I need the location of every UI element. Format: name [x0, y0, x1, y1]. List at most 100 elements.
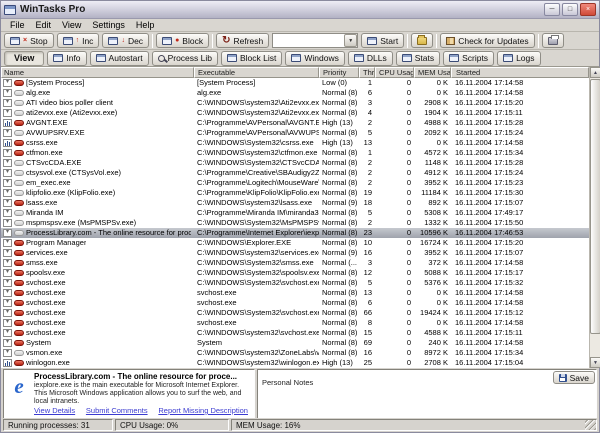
table-row[interactable]: ▾svchost.exesvchost.exeNormal (8)1300 K1…: [1, 288, 589, 298]
table-row[interactable]: ▾klipfolio.exe (KlipFolio.exe)C:\Program…: [1, 188, 589, 198]
submit-comments-link[interactable]: Submit Comments: [86, 406, 148, 415]
table-row[interactable]: ▾AVWUPSRV.EXEC:\Programme\AVPersonal\AVW…: [1, 128, 589, 138]
column-header-mem[interactable]: MEM Usage: [414, 67, 451, 78]
process-mem-usage: 16724 K: [414, 238, 451, 248]
table-row[interactable]: ▾spoolsv.exeC:\WINDOWS\System32\spoolsv.…: [1, 268, 589, 278]
save-button[interactable]: Save: [553, 371, 595, 384]
tab-scripts[interactable]: Scripts: [443, 51, 494, 66]
tab-windows[interactable]: Windows: [285, 51, 344, 66]
close-button[interactable]: ×: [580, 3, 596, 16]
tab-logs[interactable]: Logs: [497, 51, 540, 66]
tab-info[interactable]: Info: [47, 51, 86, 66]
process-state-icon: ▾: [3, 159, 12, 167]
table-row[interactable]: ▾svchost.exesvchost.exeNormal (8)800 K16…: [1, 318, 589, 328]
check-updates-button[interactable]: Check for Updates: [440, 33, 534, 48]
tab-autostart[interactable]: Autostart: [90, 51, 149, 66]
process-priority: Normal (8): [319, 238, 359, 248]
table-row[interactable]: ▾svchost.exeC:\WINDOWS\System32\svchost.…: [1, 308, 589, 318]
process-state-icon: ▾: [3, 169, 12, 177]
column-header-executable[interactable]: Executable: [194, 67, 319, 78]
process-executable: C:\WINDOWS\System32\MsPMSPSv.exe: [194, 218, 319, 228]
table-row[interactable]: ▾lsass.exeC:\WINDOWS\system32\lsass.exeN…: [1, 198, 589, 208]
view-details-link[interactable]: View Details: [34, 406, 75, 415]
menu-item-settings[interactable]: Settings: [87, 20, 130, 30]
table-row[interactable]: ▾ctfmon.exeC:\WINDOWS\system32\ctfmon.ex…: [1, 148, 589, 158]
table-row[interactable]: ▾em_exec.exeC:\Programme\Logitech\MouseW…: [1, 178, 589, 188]
report-missing-description-link[interactable]: Report Missing Description: [158, 406, 248, 415]
process-started: 16.11.2004 17:15:07: [451, 198, 589, 208]
process-cpu-usage: 0: [375, 148, 414, 158]
table-row[interactable]: csrss.exeC:\WINDOWS\System32\csrss.exeHi…: [1, 138, 589, 148]
process-name-cell: ▾ svchost.exe: [1, 298, 194, 308]
titlebar[interactable]: WinTasks Pro ─ □ ×: [1, 1, 599, 19]
table-row[interactable]: ▾ProcessLibrary.com - The online resourc…: [1, 228, 589, 238]
mem-usage-status: MEM Usage: 16%: [231, 419, 597, 431]
dec-priority-button[interactable]: ↓ Dec: [102, 33, 149, 48]
column-header-threads[interactable]: Threads: [359, 67, 375, 78]
table-row[interactable]: ▾svchost.exesvchost.exeNormal (8)600 K16…: [1, 298, 589, 308]
table-row[interactable]: ▾smss.exeC:\WINDOWS\System32\smss.exeNor…: [1, 258, 589, 268]
scrollbar-thumb[interactable]: [590, 79, 600, 334]
maximize-button[interactable]: □: [562, 3, 578, 16]
table-row[interactable]: ▾svchost.exeC:\WINDOWS\System32\svchost.…: [1, 278, 589, 288]
table-row[interactable]: ▾CTSvcCDA.EXEC:\WINDOWS\System32\CTSvcCD…: [1, 158, 589, 168]
table-row[interactable]: ▾alg.exealg.exeNormal (8)600 K16.11.2004…: [1, 88, 589, 98]
process-filter-combobox[interactable]: ▼: [272, 33, 358, 48]
tab-process-lib[interactable]: Process Lib: [152, 51, 218, 66]
process-executable: svchost.exe: [194, 318, 319, 328]
table-row[interactable]: ▾Miranda IMC:\Programme\Miranda IM\miran…: [1, 208, 589, 218]
table-row[interactable]: ▾ati2evxx.exe (Ati2evxx.exe)C:\WINDOWS\s…: [1, 108, 589, 118]
open-button[interactable]: [411, 33, 433, 48]
table-row[interactable]: AVGNT.EXEC:\Programme\AVPersonal\AVGNT.E…: [1, 118, 589, 128]
menu-item-view[interactable]: View: [57, 20, 86, 30]
table-row[interactable]: ▾mspmspsv.exe (MsPMSPSv.exe)C:\WINDOWS\S…: [1, 218, 589, 228]
tab-stats[interactable]: Stats: [396, 51, 440, 66]
menu-item-edit[interactable]: Edit: [31, 20, 57, 30]
menu-item-file[interactable]: File: [5, 20, 30, 30]
table-row[interactable]: ▾SystemSystemNormal (8)690240 K16.11.200…: [1, 338, 589, 348]
process-name: svchost.exe: [26, 298, 66, 308]
stop-button[interactable]: × Stop: [4, 33, 54, 48]
toolbar-separator: [212, 34, 213, 48]
chevron-down-icon[interactable]: ▼: [344, 34, 357, 47]
toolbar-separator: [436, 34, 437, 48]
column-header-name[interactable]: Name: [1, 67, 194, 78]
minimize-button[interactable]: ─: [544, 3, 560, 16]
table-row[interactable]: ▾Program ManagerC:\WINDOWS\Explorer.EXEN…: [1, 238, 589, 248]
scroll-down-icon[interactable]: ▼: [590, 357, 600, 368]
process-state-icon: ▾: [3, 299, 12, 307]
vertical-scrollbar[interactable]: ▲ ▼: [589, 67, 600, 368]
current-view-tab[interactable]: View: [4, 51, 44, 66]
scrollbar-track[interactable]: [590, 78, 600, 357]
personal-notes-input[interactable]: Personal Notes Save: [257, 369, 597, 419]
process-started: 16.11.2004 17:15:23: [451, 178, 589, 188]
table-row[interactable]: ▾services.exeC:\WINDOWS\system32\service…: [1, 248, 589, 258]
table-row[interactable]: winlogon.exeC:\WINDOWS\system32\winlogon…: [1, 358, 589, 368]
process-name-cell: ▾svchost.exe: [1, 278, 194, 288]
window-icon: [367, 37, 377, 45]
resize-grip[interactable]: [585, 419, 596, 430]
menu-item-help[interactable]: Help: [131, 20, 160, 30]
start-button[interactable]: Start: [361, 33, 404, 48]
process-name-cell: ▾smss.exe: [1, 258, 194, 268]
tab-block-list[interactable]: Block List: [221, 51, 282, 66]
tab-label: Stats: [415, 53, 434, 63]
column-header-priority[interactable]: Priority: [319, 67, 359, 78]
tab-dlls[interactable]: DLLs: [348, 51, 393, 66]
table-row[interactable]: ▾ATI video bios poller clientC:\WINDOWS\…: [1, 98, 589, 108]
process-name-cell: ▾em_exec.exe: [1, 178, 194, 188]
scroll-up-icon[interactable]: ▲: [590, 67, 600, 78]
block-button[interactable]: ● Block: [156, 33, 209, 48]
table-row[interactable]: ▾svchost.exeC:\WINDOWS\system32\svchost.…: [1, 328, 589, 338]
table-row[interactable]: ▾ctsysvol.exe (CTSysVol.exe)C:\Programme…: [1, 168, 589, 178]
process-state-icon: ▾: [3, 269, 12, 277]
table-row[interactable]: ▾[System Process][System Process]Low (0)…: [1, 78, 589, 88]
print-button[interactable]: [542, 33, 564, 48]
column-header-cpu[interactable]: CPU Usage: [375, 67, 414, 78]
column-header-started[interactable]: Started: [451, 67, 589, 78]
process-mem-usage: 0 K: [414, 78, 451, 88]
process-name: System: [26, 338, 51, 348]
table-row[interactable]: ▾vsmon.exeC:\WINDOWS\system32\ZoneLabs\v…: [1, 348, 589, 358]
inc-priority-button[interactable]: ↑ Inc: [57, 33, 100, 48]
refresh-button[interactable]: ↻ Refresh: [216, 33, 269, 48]
